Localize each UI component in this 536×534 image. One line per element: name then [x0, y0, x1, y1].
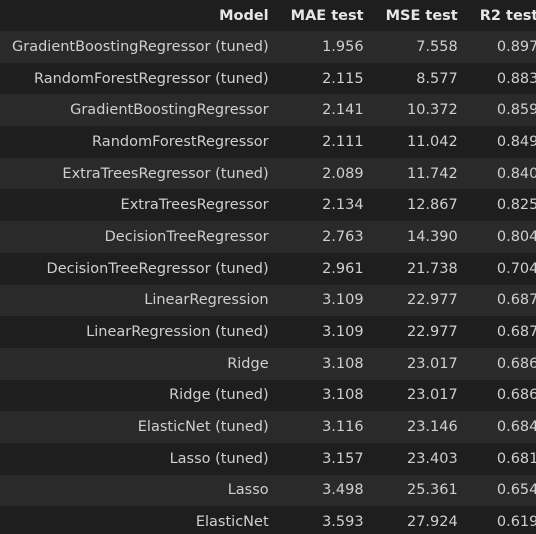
table-row: ElasticNet 3.593 27.924 0.619 — [0, 506, 536, 534]
cell-r2-test: 0.859 — [496, 102, 536, 119]
table-row: Lasso (tuned) 3.157 23.403 0.681 — [0, 442, 536, 475]
cell-mae-test: 3.157 — [322, 450, 364, 467]
table-row: LinearRegression (tuned) 3.109 22.977 0.687 — [0, 316, 536, 348]
results-table: Model MAE test MSE test R2 test Gradient… — [0, 0, 536, 534]
table-row: Ridge 3.108 23.017 0.686 — [0, 347, 536, 380]
header-mae-test: MAE test — [278, 0, 374, 31]
cell-r2-test: 0.686 — [496, 355, 536, 372]
table-row: Ridge (tuned) 3.108 23.017 0.686 — [0, 379, 536, 412]
cell-mse-test: 22.977 — [406, 292, 458, 309]
table-header: Model MAE test MSE test R2 test — [0, 0, 536, 31]
table-row: Lasso 3.498 25.361 0.654 — [0, 474, 536, 507]
table-body: GradientBoostingRegressor (tuned) 1.956 7.… — [0, 31, 536, 534]
cell-mse-test: 23.017 — [406, 355, 458, 372]
table-row: GradientBoostingRegressor (tuned) 1.956 7.… — [0, 31, 536, 63]
cell-mse-test: 10.372 — [406, 102, 458, 119]
cell-r2-test: 0.687 — [496, 324, 536, 341]
cell-r2-test: 0.849 — [496, 133, 536, 150]
cell-r2-test: 0.654 — [496, 482, 536, 499]
cell-mae-test: 3.109 — [322, 324, 364, 341]
cell-mae-test: 3.498 — [322, 482, 364, 499]
cell-model: Ridge (tuned) — [169, 387, 269, 404]
table-row: ElasticNet (tuned) 3.116 23.146 0.684 — [0, 411, 536, 443]
table-row: ExtraTreesRegressor 2.134 12.867 0.825 — [0, 189, 536, 222]
cell-mse-test: 11.042 — [406, 133, 458, 150]
cell-model: DecisionTreeRegressor (tuned) — [46, 260, 269, 277]
cell-mae-test: 2.141 — [322, 102, 364, 119]
table-row: DecisionTreeRegressor (tuned) 2.961 21.738… — [0, 252, 536, 285]
cell-mse-test: 23.146 — [406, 419, 458, 436]
cell-model: RandomForestRegressor (tuned) — [33, 70, 269, 87]
cell-mse-test: 8.577 — [416, 70, 458, 87]
cell-mse-test: 21.738 — [406, 260, 458, 277]
cell-r2-test: 0.681 — [496, 450, 536, 467]
cell-r2-test: 0.840 — [496, 165, 536, 182]
cell-mse-test: 22.977 — [406, 324, 458, 341]
cell-model: DecisionTreeRegressor — [104, 228, 269, 245]
cell-r2-test: 0.687 — [496, 292, 536, 309]
cell-mse-test: 11.742 — [406, 165, 458, 182]
cell-mse-test: 12.867 — [406, 197, 458, 214]
cell-mse-test: 23.017 — [406, 387, 458, 404]
cell-model: ElasticNet (tuned) — [137, 419, 269, 436]
cell-mse-test: 23.403 — [406, 450, 458, 467]
cell-mae-test: 2.115 — [322, 70, 364, 87]
cell-mae-test: 2.089 — [322, 165, 364, 182]
cell-r2-test: 0.686 — [496, 387, 536, 404]
table-row: RandomForestRegressor (tuned) 2.115 8.577 0… — [0, 62, 536, 95]
table-row: LinearRegression 3.109 22.977 0.687 — [0, 284, 536, 317]
cell-mae-test: 3.116 — [322, 419, 364, 436]
cell-model: Lasso — [227, 482, 269, 499]
cell-model: Ridge — [227, 355, 269, 372]
cell-mae-test: 1.956 — [322, 38, 364, 55]
cell-r2-test: 0.804 — [496, 228, 536, 245]
cell-mse-test: 14.390 — [406, 228, 458, 245]
table-row: GradientBoostingRegressor 2.141 10.372 0.85… — [0, 94, 536, 127]
cell-mse-test: 7.558 — [416, 38, 458, 55]
cell-mae-test: 3.108 — [322, 355, 364, 372]
cell-model: RandomForestRegressor — [92, 133, 269, 150]
cell-mse-test: 25.361 — [406, 482, 458, 499]
header-mse-test: MSE test — [373, 0, 468, 31]
cell-r2-test: 0.897 — [496, 38, 536, 55]
header-model: Model — [0, 0, 279, 31]
cell-mae-test: 2.134 — [322, 197, 364, 214]
cell-mae-test: 2.763 — [322, 228, 364, 245]
cell-model: ExtraTreesRegressor — [120, 197, 269, 214]
cell-r2-test: 0.883 — [496, 70, 536, 87]
cell-mae-test: 2.961 — [322, 260, 364, 277]
cell-r2-test: 0.704 — [496, 260, 536, 277]
header-row: Model MAE test MSE test R2 test — [0, 0, 536, 31]
cell-model: ElasticNet — [195, 514, 269, 531]
cell-model: ExtraTreesRegressor (tuned) — [62, 165, 269, 182]
table-row: ExtraTreesRegressor (tuned) 2.089 11.742 0.… — [0, 157, 536, 190]
header-r2-test: R2 test — [467, 0, 536, 31]
cell-mse-test: 27.924 — [406, 514, 458, 531]
cell-model: LinearRegression — [144, 292, 269, 309]
cell-mae-test: 3.109 — [322, 292, 364, 309]
table-row: RandomForestRegressor 2.111 11.042 0.849 — [0, 126, 536, 158]
table-row: DecisionTreeRegressor 2.763 14.390 0.804 — [0, 221, 536, 253]
cell-r2-test: 0.619 — [496, 514, 536, 531]
cell-model: GradientBoostingRegressor — [70, 102, 269, 119]
cell-model: Lasso (tuned) — [169, 450, 269, 467]
cell-mae-test: 3.593 — [322, 514, 364, 531]
cell-r2-test: 0.684 — [496, 419, 536, 436]
cell-model: GradientBoostingRegressor (tuned) — [12, 38, 269, 55]
cell-mae-test: 2.111 — [322, 133, 364, 150]
cell-r2-test: 0.825 — [496, 197, 536, 214]
cell-mae-test: 3.108 — [322, 387, 364, 404]
cell-model: LinearRegression (tuned) — [86, 324, 269, 341]
